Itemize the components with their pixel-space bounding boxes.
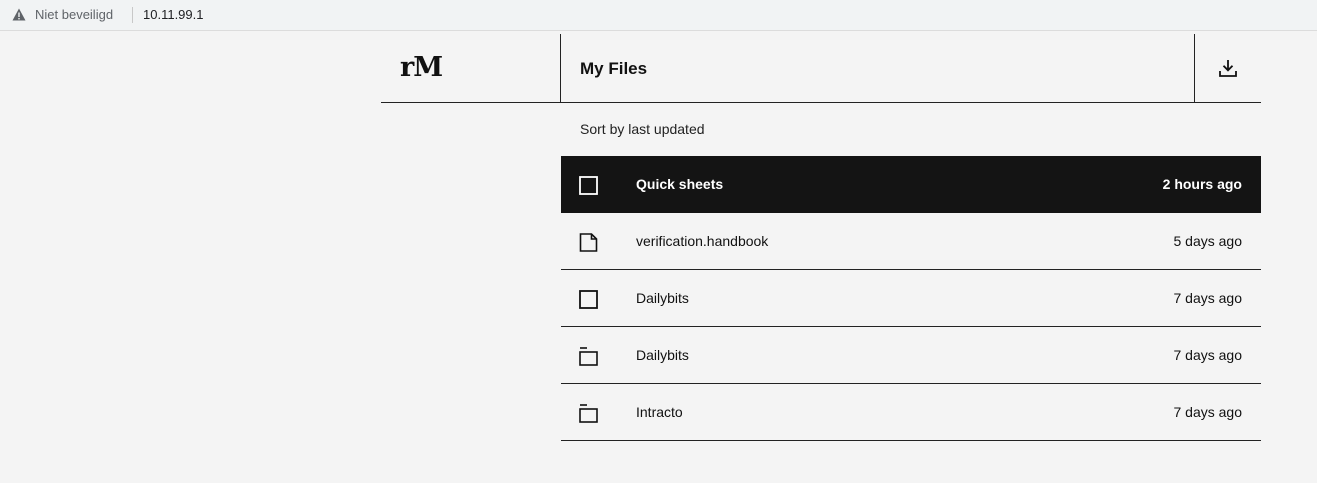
file-name: Dailybits (636, 347, 689, 363)
url-text[interactable]: 10.11.99.1 (143, 7, 203, 22)
file-row[interactable]: verification.handbook 5 days ago (561, 213, 1261, 270)
file-name: Intracto (636, 404, 683, 420)
folder-icon (579, 347, 598, 366)
file-row[interactable]: Intracto 7 days ago (561, 384, 1261, 441)
file-name: Dailybits (636, 290, 689, 306)
header-bottom-border (381, 102, 1261, 103)
security-label[interactable]: Niet beveiligd (35, 7, 113, 22)
app-logo[interactable]: rM (400, 52, 443, 83)
file-row[interactable]: Dailybits 7 days ago (561, 327, 1261, 384)
file-row[interactable]: Dailybits 7 days ago (561, 270, 1261, 327)
file-row[interactable]: Quick sheets 2 hours ago (561, 156, 1261, 213)
file-list: Quick sheets 2 hours ago verification.ha… (561, 156, 1261, 441)
file-updated: 5 days ago (1173, 233, 1243, 249)
notebook-icon (579, 290, 598, 309)
sort-button[interactable]: Sort by last updated (580, 121, 705, 137)
file-updated: 2 hours ago (1162, 176, 1242, 192)
header-divider-left (560, 34, 561, 103)
address-pill[interactable]: Niet beveiligd 10.11.99.1 (0, 0, 1317, 30)
page-title: My Files (580, 59, 648, 78)
download-icon (1219, 60, 1237, 77)
warning-icon (12, 8, 26, 21)
file-name: verification.handbook (636, 233, 769, 249)
file-updated: 7 days ago (1173, 404, 1243, 420)
file-updated: 7 days ago (1173, 290, 1243, 306)
file-updated: 7 days ago (1173, 347, 1243, 363)
notebook-icon (579, 176, 598, 195)
download-button[interactable] (1195, 34, 1261, 102)
document-icon (579, 233, 598, 252)
address-divider (132, 7, 133, 23)
browser-address-bar: Niet beveiligd 10.11.99.1 (0, 0, 1317, 31)
file-name: Quick sheets (636, 176, 724, 192)
folder-icon (579, 404, 598, 423)
